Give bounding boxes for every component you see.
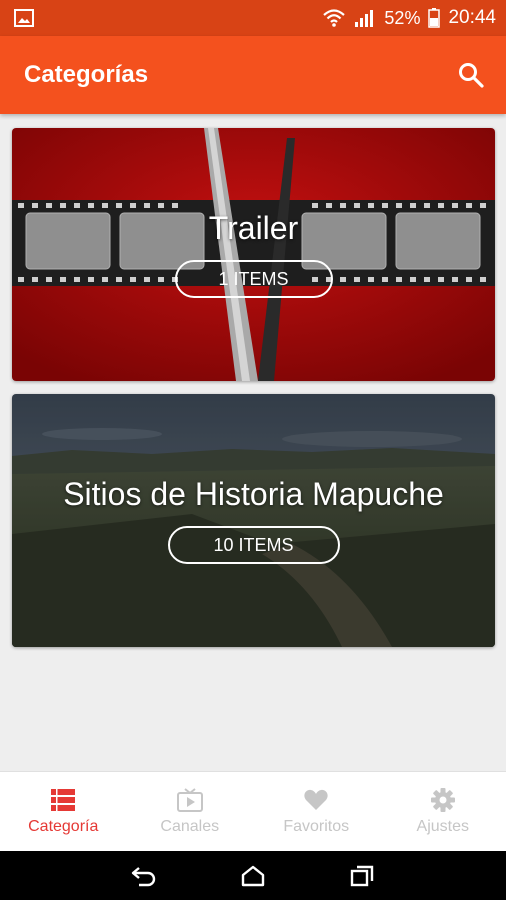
- search-button[interactable]: [456, 60, 486, 90]
- tv-icon: [176, 787, 203, 812]
- back-button[interactable]: [124, 856, 164, 896]
- nav-item-categoria[interactable]: Categoría: [0, 772, 127, 851]
- search-icon: [459, 63, 484, 88]
- signal-icon: [355, 10, 374, 27]
- gallery-icon: [14, 9, 34, 27]
- system-navigation-bar: [0, 851, 506, 900]
- nav-label: Categoría: [28, 817, 99, 835]
- category-title: Sitios de Historia Mapuche: [63, 476, 444, 512]
- nav-label: Favoritos: [283, 817, 350, 835]
- wifi-icon: [323, 9, 346, 27]
- battery-percent: 52%: [384, 7, 421, 28]
- home-button[interactable]: [233, 856, 273, 896]
- battery-icon: [428, 8, 441, 28]
- nav-item-ajustes[interactable]: Ajustes: [380, 772, 506, 851]
- recents-button[interactable]: [342, 856, 382, 896]
- category-card-trailer[interactable]: Trailer 1 ITEMS: [12, 128, 495, 381]
- nav-item-canales[interactable]: Canales: [127, 772, 254, 851]
- recents-icon: [350, 865, 373, 886]
- heart-icon: [304, 789, 328, 810]
- item-count-badge: 10 ITEMS: [167, 526, 340, 564]
- nav-label: Ajustes: [416, 817, 469, 835]
- page-title: Categorías: [24, 61, 149, 88]
- item-count-badge: 1 ITEMS: [174, 260, 333, 298]
- clock: 20:44: [448, 7, 496, 28]
- status-bar: 52% 20:44: [0, 0, 506, 36]
- landscape-thumbnail: [12, 394, 495, 647]
- app-bar: Categorías: [0, 36, 506, 114]
- category-card-sitios-historia-mapuche[interactable]: Sitios de Historia Mapuche 10 ITEMS: [12, 394, 495, 647]
- category-title: Trailer: [208, 210, 299, 246]
- bottom-navigation: Categoría Canales Favoritos Ajustes: [0, 771, 506, 851]
- nav-label: Canales: [160, 817, 220, 835]
- back-icon: [132, 866, 156, 886]
- nav-item-favoritos[interactable]: Favoritos: [253, 772, 380, 851]
- trailer-thumbnail: [12, 128, 495, 381]
- list-icon: [51, 788, 76, 811]
- gear-icon: [430, 787, 455, 812]
- home-icon: [241, 865, 265, 886]
